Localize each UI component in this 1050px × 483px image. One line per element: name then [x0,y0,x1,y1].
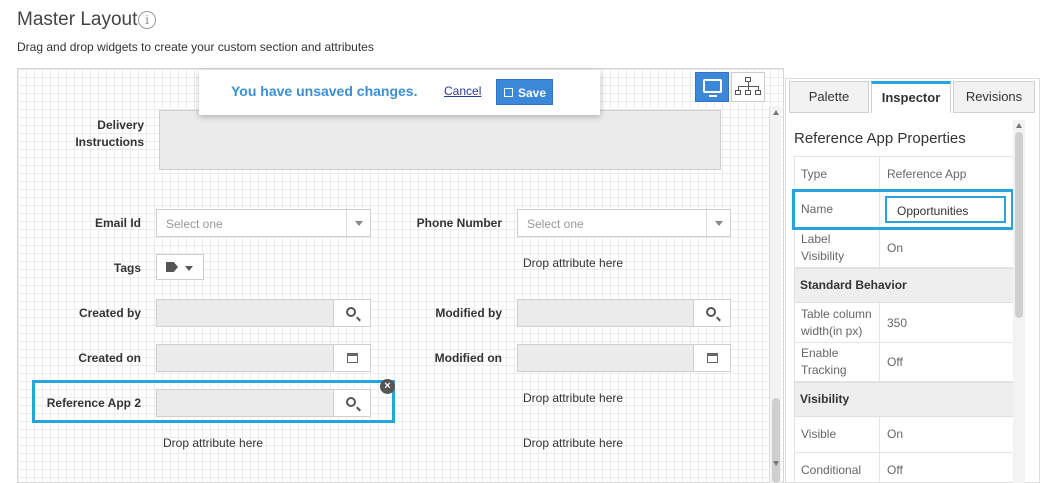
created-by-label: Created by [78,306,141,320]
phone-placeholder: Select one [527,217,584,231]
modified-by-field[interactable] [517,299,731,327]
unsaved-changes-bar: You have unsaved changes. Cancel Save [199,70,600,115]
save-label: Save [518,86,547,100]
prop-key-line2: Visibility [801,249,845,263]
delivery-textarea[interactable] [159,110,721,170]
delivery-label-line1: Delivery [97,118,144,132]
chevron-down-icon[interactable] [706,210,730,236]
tab-revisions[interactable]: Revisions [953,81,1035,113]
calendar-icon [347,353,358,363]
prop-key-line1: Label [801,232,831,246]
prop-key-line2: Tracking [801,363,847,377]
scroll-up-icon[interactable] [773,110,779,115]
prop-key-line1: Table column [801,307,872,321]
reference-app-field[interactable] [156,389,371,417]
chevron-down-icon [185,266,193,271]
canvas-scrollbar[interactable] [769,106,781,483]
drop-zone: Drop attribute here [523,391,624,405]
prop-key: Label Visibility [801,231,844,265]
created-by-field[interactable] [156,299,371,327]
search-icon [346,307,356,317]
desktop-view-button[interactable] [695,72,729,102]
created-on-field[interactable] [156,344,371,372]
inspector-panel: Palette Inspector Revisions Reference Ap… [785,78,1040,483]
tree-view-button[interactable] [731,72,765,102]
page-title: Master Layout [17,9,138,30]
search-button[interactable] [693,300,730,326]
prop-row-tracking: Enable Tracking Off [794,343,1014,382]
tab-palette[interactable]: Palette [789,81,869,113]
prop-row-label-visibility: Label Visibility On [794,228,1014,268]
search-icon [706,307,716,317]
floppy-icon [504,88,513,97]
close-icon[interactable]: × [380,379,395,394]
scroll-down-icon[interactable] [773,461,779,466]
modified-on-field[interactable] [517,344,731,372]
delivery-label-line2: Instructions [75,135,144,149]
phone-label: Phone Number [416,216,502,230]
monitor-icon [703,79,722,97]
prop-key: Visible [801,427,837,441]
page-subtitle: Drag and drop widgets to create your cus… [17,40,374,54]
drop-zone: Drop attribute here [523,436,624,450]
tag-icon [166,262,178,272]
prop-value: On [887,241,904,255]
calendar-button[interactable] [693,345,730,371]
prop-key: Type [801,167,828,181]
save-button[interactable]: Save [496,79,553,105]
calendar-button[interactable] [333,345,370,371]
modified-on-label: Modified on [434,351,502,365]
delivery-label: Delivery Instructions [62,117,144,151]
prop-key: Enable Tracking [801,345,847,379]
prop-row-conditional: Conditional Off [794,453,1014,483]
panel-scrollbar[interactable] [1013,120,1025,483]
prop-value[interactable]: 350 [887,316,907,330]
properties-title: Reference App Properties [794,130,966,147]
info-icon[interactable]: i [138,11,156,29]
drop-zone: Drop attribute here [163,436,264,450]
scroll-thumb[interactable] [1015,132,1023,318]
prop-row-type: Type Reference App [794,156,1014,191]
prop-key-line2: width(in px) [801,324,863,338]
phone-select[interactable]: Select one [517,209,731,237]
drop-zone: Drop attribute here [523,256,624,270]
prop-value[interactable]: On [887,427,903,441]
prop-value[interactable]: Off [887,355,903,369]
reference-app-label: Reference App 2 [46,396,141,410]
prop-value: Reference App [887,167,967,181]
tags-label: Tags [113,261,141,275]
created-on-label: Created on [78,351,141,365]
scroll-thumb[interactable] [772,398,780,483]
search-button[interactable] [333,300,370,326]
cancel-link[interactable]: Cancel [444,84,481,98]
prop-row-column-width: Table column width(in px) 350 [794,303,1014,343]
tags-button[interactable] [156,254,204,280]
modified-by-label: Modified by [435,306,502,320]
prop-key: Table column width(in px) [801,306,872,340]
prop-value[interactable]: Off [887,463,903,477]
scroll-up-icon[interactable] [1016,123,1022,128]
calendar-icon [707,353,718,363]
section-standard-behavior: Standard Behavior [794,268,1014,303]
prop-key: Conditional [801,463,862,477]
email-select[interactable]: Select one [156,209,371,237]
tab-inspector[interactable]: Inspector [871,81,951,113]
email-placeholder: Select one [166,217,223,231]
email-label: Email Id [94,216,141,230]
section-visibility: Visibility [794,382,1014,417]
search-button[interactable] [333,390,370,416]
unsaved-message: You have unsaved changes. [231,83,418,99]
prop-row-visible: Visible On [794,417,1014,453]
chevron-down-icon[interactable] [346,210,370,236]
prop-key-line1: Enable [801,346,839,360]
search-icon [346,397,356,407]
name-input[interactable]: Opportunities [885,196,1006,223]
